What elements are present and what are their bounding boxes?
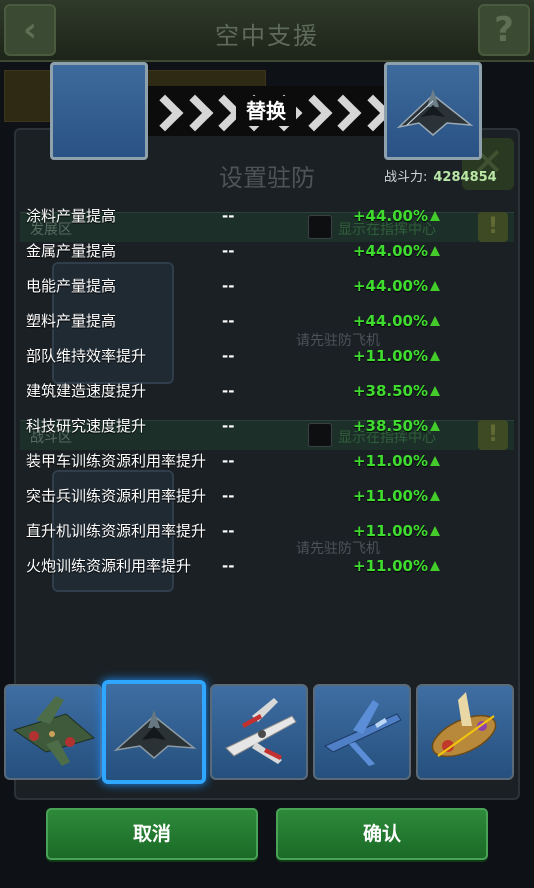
increase-arrow-icon: [430, 385, 440, 396]
plane-card[interactable]: [102, 680, 206, 784]
stat-name: 火炮训练资源利用率提升: [26, 556, 192, 575]
stat-name: 建筑建造速度提升: [26, 381, 147, 400]
stat-current-value: --: [222, 241, 235, 260]
plane-selector: [0, 680, 534, 784]
stat-new-value: +44.00%: [352, 311, 428, 330]
stat-row: 部队维持效率提升 -- +11.00%: [26, 338, 446, 373]
stat-current-value: --: [222, 276, 235, 295]
increase-arrow-icon: [430, 245, 440, 256]
chevron-right-icon: [182, 96, 202, 126]
stat-new-value: +38.50%: [352, 416, 428, 435]
increase-arrow-icon: [430, 560, 440, 571]
stat-new-value: +38.50%: [352, 381, 428, 400]
stat-name: 直升机训练资源利用率提升: [26, 521, 207, 540]
confirm-button[interactable]: 确认: [276, 808, 488, 860]
stat-row: 塑料产量提高 -- +44.00%: [26, 303, 446, 338]
stat-new-value: +44.00%: [352, 241, 428, 260]
swap-label: 替换: [236, 96, 296, 126]
plane-card[interactable]: [416, 684, 514, 780]
combat-power: 战斗力: 4284854: [384, 166, 497, 185]
current-plane-slot: [50, 62, 148, 160]
stat-new-value: +44.00%: [352, 206, 428, 225]
stat-name: 装甲车训练资源利用率提升: [26, 451, 207, 470]
blue-jet-fighter-plane-icon: [324, 700, 402, 766]
stat-row: 装甲车训练资源利用率提升 -- +11.00%: [26, 443, 446, 478]
increase-arrow-icon: [430, 210, 440, 221]
stat-current-value: --: [222, 416, 235, 435]
increase-arrow-icon: [430, 490, 440, 501]
increase-arrow-icon: [430, 420, 440, 431]
stat-row: 科技研究速度提升 -- +38.50%: [26, 408, 446, 443]
stat-new-value: +11.00%: [352, 451, 428, 470]
plane-card[interactable]: [210, 684, 308, 780]
increase-arrow-icon: [430, 525, 440, 536]
chevron-right-icon: [211, 96, 231, 126]
help-button[interactable]: ?: [478, 4, 530, 56]
stealth-bomber-plane-icon: [396, 89, 474, 136]
stat-name: 金属产量提高: [26, 241, 117, 260]
cancel-button[interactable]: 取消: [46, 808, 258, 860]
stat-new-value: +44.00%: [352, 276, 428, 295]
chevron-right-icon: [152, 96, 172, 126]
stat-row: 电能产量提高 -- +44.00%: [26, 268, 446, 303]
chevron-right-icon: [301, 96, 321, 126]
chevron-right-icon: [360, 96, 380, 126]
stat-new-value: +11.00%: [352, 486, 428, 505]
combat-power-label: 战斗力:: [384, 170, 428, 185]
stat-row: 金属产量提高 -- +44.00%: [26, 233, 446, 268]
stat-name: 突击兵训练资源利用率提升: [26, 486, 207, 505]
stat-current-value: --: [222, 311, 235, 330]
stat-new-value: +11.00%: [352, 556, 428, 575]
stat-new-value: +11.00%: [352, 346, 428, 365]
stat-name: 涂料产量提高: [26, 206, 117, 225]
combat-power-value: 4284854: [433, 170, 497, 185]
stat-current-value: --: [222, 486, 235, 505]
stealth-bomber-plane-icon: [113, 710, 197, 759]
stat-current-value: --: [222, 206, 235, 225]
warning-icon[interactable]: !: [478, 420, 508, 450]
chevron-right-icon: [330, 96, 350, 126]
warning-icon[interactable]: !: [478, 212, 508, 242]
ornate-golden-airship-icon: [431, 692, 497, 758]
increase-arrow-icon: [430, 280, 440, 291]
stat-name: 科技研究速度提升: [26, 416, 147, 435]
stat-current-value: --: [222, 346, 235, 365]
stat-current-value: --: [222, 521, 235, 540]
stat-current-value: --: [222, 556, 235, 575]
stat-row: 建筑建造速度提升 -- +38.50%: [26, 373, 446, 408]
question-icon: ?: [494, 10, 514, 50]
stat-new-value: +11.00%: [352, 521, 428, 540]
increase-arrow-icon: [430, 455, 440, 466]
stat-name: 电能产量提高: [26, 276, 117, 295]
plane-card[interactable]: [313, 684, 411, 780]
stat-name: 部队维持效率提升: [26, 346, 147, 365]
new-plane-slot: [384, 62, 482, 160]
stat-current-value: --: [222, 381, 235, 400]
stat-current-value: --: [222, 451, 235, 470]
stat-row: 直升机训练资源利用率提升 -- +11.00%: [26, 513, 446, 548]
increase-arrow-icon: [430, 350, 440, 361]
screen-title: 空中支援: [215, 22, 319, 50]
stat-name: 塑料产量提高: [26, 311, 117, 330]
plane-card[interactable]: [4, 684, 102, 780]
stat-row: 火炮训练资源利用率提升 -- +11.00%: [26, 548, 446, 583]
x-wing-fighter-plane-icon: [225, 698, 297, 764]
increase-arrow-icon: [430, 315, 440, 326]
stat-row: 突击兵训练资源利用率提升 -- +11.00%: [26, 478, 446, 513]
stat-row: 涂料产量提高 -- +44.00%: [26, 198, 446, 233]
green-bomber-plane-icon: [12, 696, 96, 766]
